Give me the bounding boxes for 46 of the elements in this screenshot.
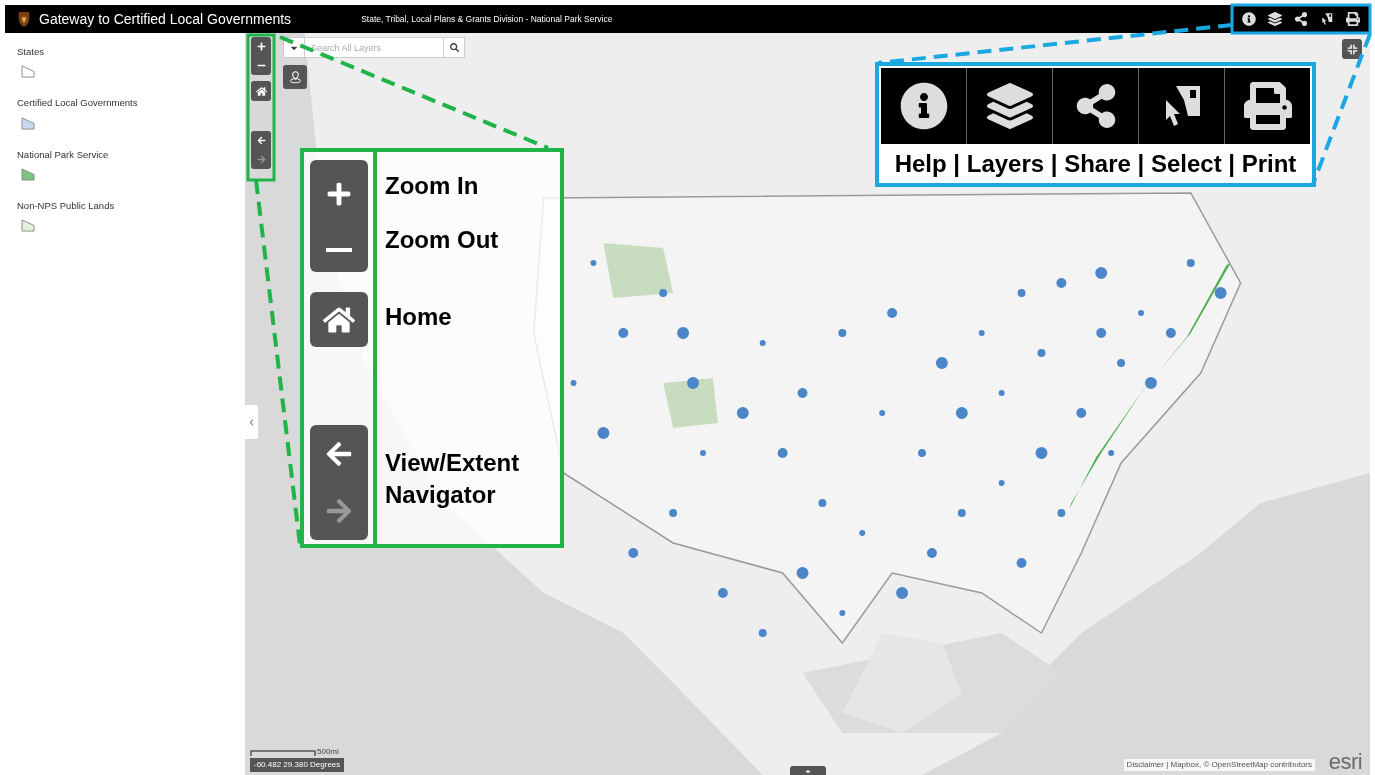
fullscreen-button[interactable] xyxy=(1342,39,1362,59)
polygon-swatch-icon xyxy=(21,116,36,130)
legend-label: Non-NPS Public Lands xyxy=(17,198,116,213)
home-icon xyxy=(255,85,267,97)
layers-icon xyxy=(986,83,1033,129)
legend-label: Certified Local Governments xyxy=(17,96,139,111)
search-icon xyxy=(449,43,459,52)
locate-button[interactable] xyxy=(283,65,307,89)
print-icon xyxy=(1243,82,1292,130)
select-icon xyxy=(1320,12,1334,26)
legend-label: National Park Service xyxy=(17,147,110,162)
polygon-swatch-icon xyxy=(21,219,36,232)
coordinates-readout: -60.482 29.380 Degrees xyxy=(250,758,345,772)
app-title: Gateway to Certified Local Governments xyxy=(39,9,292,29)
toolbar-caption: Help | Layers | Share | Select | Print xyxy=(893,148,1298,179)
previous-extent-button[interactable] xyxy=(251,131,271,150)
search-field[interactable]: Search All Layers xyxy=(305,37,443,58)
collapse-icon xyxy=(1346,43,1358,55)
zoom-in-button[interactable] xyxy=(251,37,271,56)
callout-label: View/Extent Navigator xyxy=(385,448,521,510)
plus-icon xyxy=(256,42,266,51)
callout-label: Zoom In xyxy=(385,171,480,201)
location-pin-icon xyxy=(288,70,302,84)
print-icon[interactable] xyxy=(1346,12,1360,26)
attribution-text: Disclaimer | Mapbox, © OpenStreetMap contributors xyxy=(1123,759,1315,771)
chevron-left-icon xyxy=(248,418,255,426)
legend-label: States xyxy=(17,45,45,59)
callout-label: Zoom Out xyxy=(385,225,500,255)
app-subtitle: State, Tribal, Local Plans & Grants Division - National Park Service xyxy=(361,12,613,26)
layers-icon[interactable] xyxy=(1268,12,1282,26)
share-icon[interactable] xyxy=(1294,12,1308,26)
scale-label: 500mi xyxy=(317,748,339,756)
search-button[interactable] xyxy=(443,37,465,58)
scale-bar xyxy=(250,750,316,756)
polygon-swatch-icon xyxy=(21,65,36,79)
info-icon xyxy=(899,82,948,130)
polygon-swatch-icon xyxy=(21,167,36,181)
plus-icon xyxy=(325,180,352,207)
info-icon[interactable] xyxy=(1242,12,1256,26)
callout-label: Home xyxy=(385,302,453,332)
home-button[interactable] xyxy=(251,81,271,101)
zoom-out-button[interactable] xyxy=(251,56,271,75)
logo-text: esri xyxy=(1328,751,1362,773)
minus-icon xyxy=(325,247,352,252)
bottom-panel-tab[interactable] xyxy=(790,766,826,775)
arrowhead-logo-icon xyxy=(17,10,31,28)
